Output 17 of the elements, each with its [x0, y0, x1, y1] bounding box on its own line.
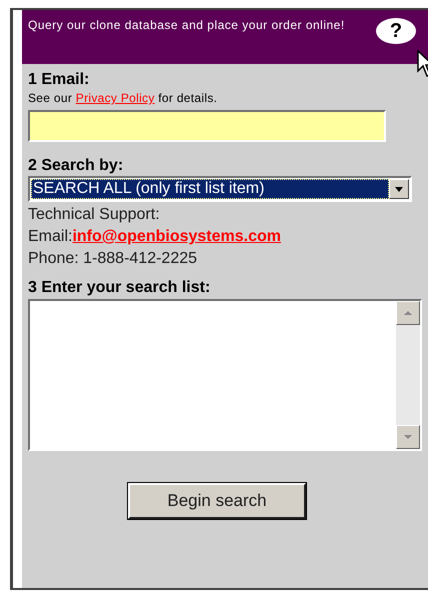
- header-text: Query our clone database and place your order online!: [28, 17, 346, 34]
- search-list-label: 3 Enter your search list:: [28, 278, 212, 298]
- privacy-note: See our Privacy Policy for details.: [28, 90, 218, 106]
- support-title: Technical Support:: [28, 205, 161, 225]
- scroll-down-icon[interactable]: [396, 425, 420, 449]
- begin-search-button[interactable]: Begin search: [128, 483, 306, 519]
- phone-text: Phone: 1-888-412-2225: [28, 249, 198, 269]
- search-by-label: 2 Search by:: [28, 156, 124, 176]
- search-list-field[interactable]: [28, 299, 422, 451]
- scroll-up-icon[interactable]: [396, 301, 420, 325]
- select-value: SEARCH ALL (only first list item): [31, 179, 389, 199]
- email-caption: Email:: [28, 227, 72, 247]
- help-button[interactable]: ?: [376, 18, 416, 44]
- email-label: 1 Email:: [28, 70, 90, 90]
- email-field[interactable]: [28, 110, 386, 142]
- scrollbar[interactable]: [396, 301, 420, 449]
- search-by-select[interactable]: SEARCH ALL (only first list item): [28, 176, 412, 202]
